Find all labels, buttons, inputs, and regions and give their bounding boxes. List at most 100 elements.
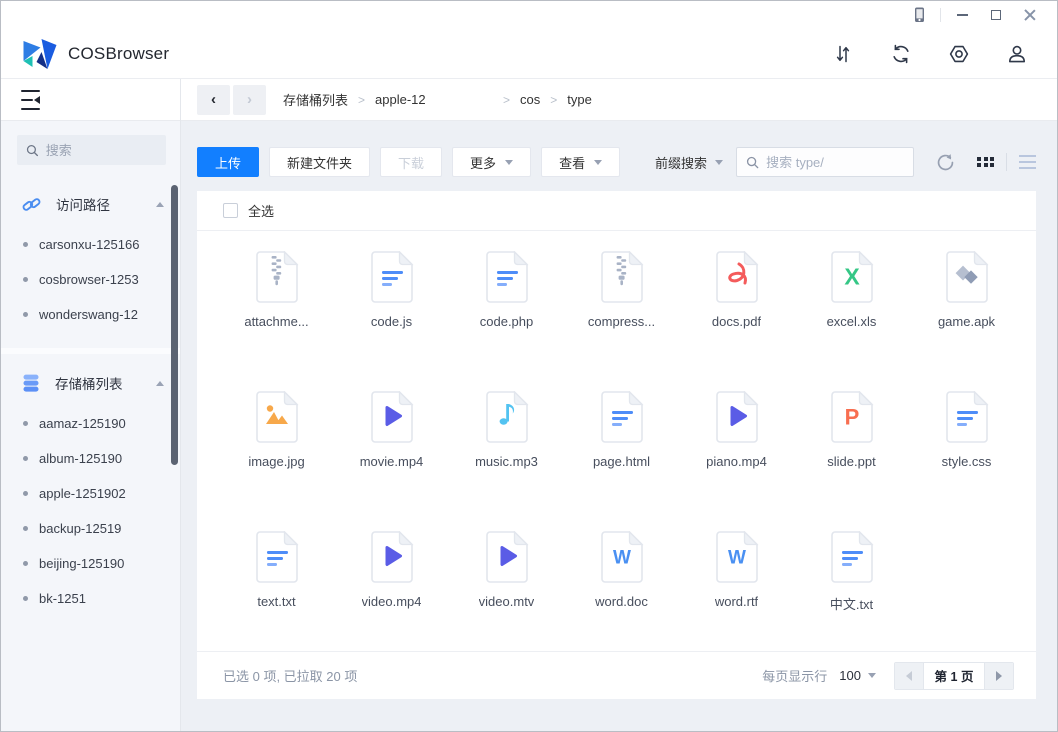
video-file-icon bbox=[370, 531, 414, 583]
file-item[interactable]: video.mp4 bbox=[334, 511, 449, 651]
chevron-down-icon bbox=[715, 160, 723, 165]
upload-button[interactable]: 上传 bbox=[197, 147, 259, 177]
file-item[interactable]: movie.mp4 bbox=[334, 371, 449, 511]
access-paths-title: 访问路径 bbox=[56, 194, 110, 214]
sidebar-item[interactable]: carsonxu-125166 bbox=[1, 227, 180, 262]
file-search-input[interactable] bbox=[766, 155, 904, 170]
breadcrumb-item[interactable]: type bbox=[567, 92, 592, 107]
file-item[interactable]: page.html bbox=[564, 371, 679, 511]
sidebar-item[interactable]: apple-1251902 bbox=[1, 476, 180, 511]
file-item[interactable]: 中文.txt bbox=[794, 511, 909, 651]
file-item[interactable]: Xexcel.xls bbox=[794, 231, 909, 371]
file-item[interactable]: code.js bbox=[334, 231, 449, 371]
sync-button[interactable] bbox=[889, 42, 913, 66]
sidebar-search-input[interactable] bbox=[46, 143, 157, 158]
select-all-checkbox[interactable] bbox=[223, 203, 238, 218]
back-button[interactable]: ‹ bbox=[197, 85, 230, 115]
close-icon bbox=[1024, 9, 1036, 21]
search-icon bbox=[26, 143, 39, 158]
doc-file-icon bbox=[830, 531, 874, 583]
file-item[interactable]: Pslide.ppt bbox=[794, 371, 909, 511]
new-folder-button[interactable]: 新建文件夹 bbox=[269, 147, 370, 177]
file-item[interactable]: text.txt bbox=[219, 511, 334, 651]
sidebar-item[interactable]: aamaz-125190 bbox=[1, 406, 180, 441]
file-name: text.txt bbox=[257, 594, 295, 609]
file-item[interactable]: attachme... bbox=[219, 231, 334, 371]
doc-file-icon bbox=[370, 251, 414, 303]
page-size-dropdown[interactable]: 100 bbox=[839, 668, 876, 683]
file-item[interactable]: piano.mp4 bbox=[679, 371, 794, 511]
chevron-down-icon bbox=[594, 160, 602, 165]
file-name: piano.mp4 bbox=[706, 454, 767, 469]
sidebar-scrollbar[interactable] bbox=[171, 185, 178, 465]
current-page-indicator: 第 1 页 bbox=[923, 663, 985, 689]
maximize-icon bbox=[991, 10, 1001, 20]
svg-text:W: W bbox=[728, 548, 746, 569]
audio-file-icon bbox=[485, 391, 529, 443]
maximize-button[interactable] bbox=[979, 2, 1013, 28]
file-item[interactable]: video.mtv bbox=[449, 511, 564, 651]
sync-icon bbox=[890, 43, 912, 65]
file-item[interactable]: style.css bbox=[909, 371, 1024, 511]
sidebar-item[interactable]: cosbrowser-1253 bbox=[1, 262, 180, 297]
file-name: video.mtv bbox=[479, 594, 535, 609]
bullet-icon bbox=[23, 242, 28, 247]
settings-button[interactable] bbox=[947, 42, 971, 66]
file-grid: attachme...code.jscode.phpcompress...doc… bbox=[197, 231, 1036, 651]
prev-page-button[interactable] bbox=[895, 663, 923, 689]
collapse-arrow-icon bbox=[34, 96, 40, 104]
sidebar-item[interactable]: wonderswang-12 bbox=[1, 297, 180, 332]
file-name: word.rtf bbox=[715, 594, 758, 609]
video-file-icon bbox=[485, 531, 529, 583]
file-item[interactable]: game.apk bbox=[909, 231, 1024, 371]
sidebar-item[interactable]: backup-12519 bbox=[1, 511, 180, 546]
list-view-button[interactable] bbox=[1007, 155, 1036, 169]
file-search[interactable] bbox=[736, 147, 914, 177]
file-item[interactable]: compress... bbox=[564, 231, 679, 371]
grid-view-button[interactable] bbox=[977, 157, 994, 168]
collapse-section-icon[interactable] bbox=[156, 202, 164, 207]
file-item[interactable]: docs.pdf bbox=[679, 231, 794, 371]
sidebar-search[interactable] bbox=[17, 135, 166, 165]
breadcrumb-item[interactable]: 存储桶列表 bbox=[283, 90, 348, 109]
prefix-search-dropdown[interactable]: 前缀搜索 bbox=[655, 153, 723, 172]
search-icon bbox=[746, 155, 759, 170]
doc-file-icon bbox=[600, 391, 644, 443]
collapse-section-icon[interactable] bbox=[156, 381, 164, 386]
gear-icon bbox=[948, 43, 970, 65]
image-file-icon bbox=[255, 391, 299, 443]
bucket-list: aamaz-125190album-125190apple-1251902bac… bbox=[1, 402, 180, 622]
phone-icon bbox=[909, 5, 929, 25]
zip-file-icon bbox=[255, 251, 299, 303]
more-button[interactable]: 更多 bbox=[452, 147, 531, 177]
close-button[interactable] bbox=[1013, 2, 1047, 28]
file-item[interactable]: image.jpg bbox=[219, 371, 334, 511]
sidebar-item[interactable]: bk-1251 bbox=[1, 581, 180, 616]
forward-button[interactable]: › bbox=[233, 85, 266, 115]
minimize-button[interactable] bbox=[945, 2, 979, 28]
mobile-device-icon[interactable] bbox=[902, 2, 936, 28]
download-button[interactable]: 下载 bbox=[380, 147, 442, 177]
svg-text:W: W bbox=[613, 548, 631, 569]
transfer-list-button[interactable] bbox=[831, 42, 855, 66]
file-item[interactable]: code.php bbox=[449, 231, 564, 371]
refresh-button[interactable] bbox=[936, 153, 955, 172]
file-name: movie.mp4 bbox=[360, 454, 424, 469]
file-item[interactable]: Wword.doc bbox=[564, 511, 679, 651]
prev-page-icon bbox=[906, 671, 912, 681]
bucket-list-header[interactable]: 存储桶列表 bbox=[1, 364, 180, 402]
page-size-label: 每页显示行 bbox=[762, 666, 827, 685]
minimize-icon bbox=[957, 14, 968, 16]
sidebar-item[interactable]: beijing-125190 bbox=[1, 546, 180, 581]
app-header: COSBrowser bbox=[1, 29, 1057, 79]
access-paths-header[interactable]: 访问路径 bbox=[1, 185, 180, 223]
account-button[interactable] bbox=[1005, 42, 1029, 66]
view-button[interactable]: 查看 bbox=[541, 147, 620, 177]
file-item[interactable]: music.mp3 bbox=[449, 371, 564, 511]
collapse-sidebar-button[interactable] bbox=[21, 90, 40, 110]
file-item[interactable]: Wword.rtf bbox=[679, 511, 794, 651]
sidebar-item[interactable]: album-125190 bbox=[1, 441, 180, 476]
breadcrumb-item[interactable]: cos bbox=[520, 92, 540, 107]
next-page-button[interactable] bbox=[985, 663, 1013, 689]
breadcrumb-item[interactable]: apple-12 bbox=[375, 92, 493, 107]
